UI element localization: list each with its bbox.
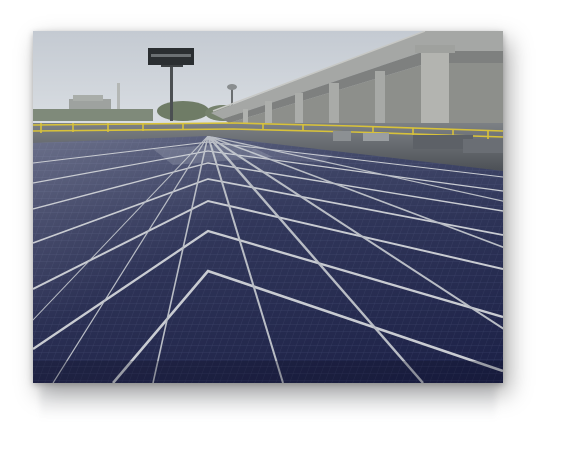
billboard-pole [170,65,173,121]
overpass-pillar [421,49,449,129]
solar-panels [33,136,503,383]
page [0,0,569,449]
solar-array-photo [33,31,503,383]
photo-illustration [33,31,503,383]
photo-shadow [40,386,496,420]
